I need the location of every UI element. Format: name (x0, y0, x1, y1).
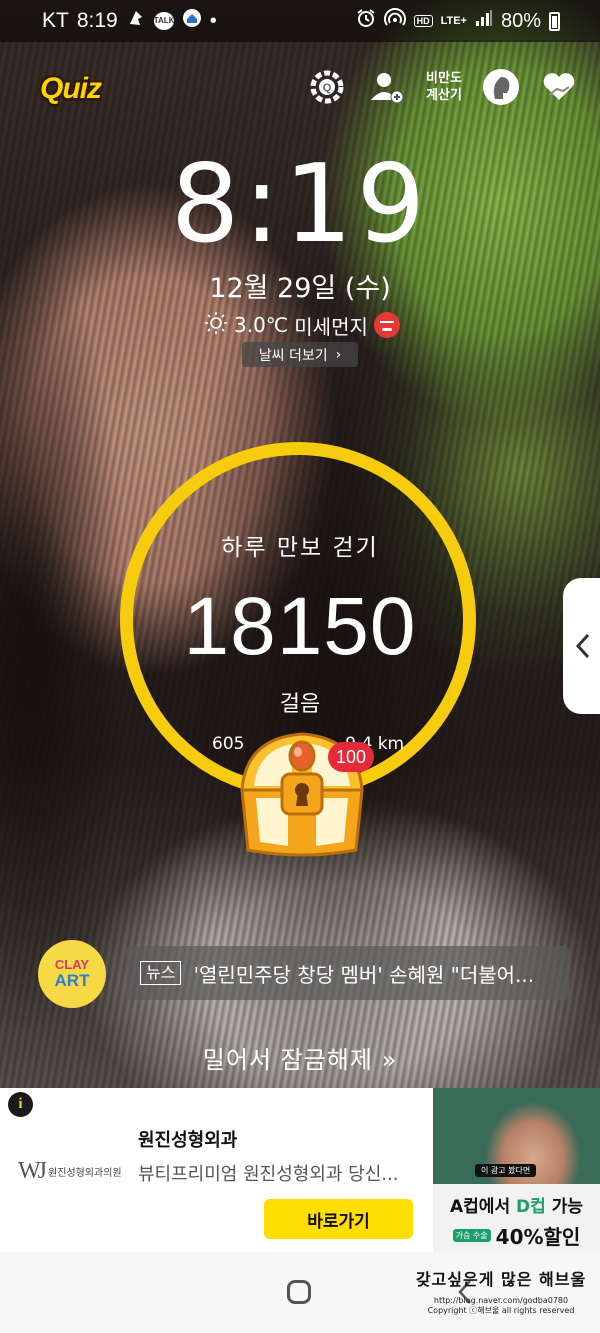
ad-headline-part1: A컵에서 (450, 1197, 517, 1217)
add-user-icon[interactable] (366, 66, 408, 108)
unlock-label: 밀어서 잠금해제 (202, 1046, 373, 1074)
news-headline: '열린민주당 창당 멤버' 손혜원 "더불어... (193, 962, 535, 987)
ad-headline-part2: 가능 (545, 1197, 583, 1217)
lockscreen-clock: 8:19 (170, 142, 430, 267)
ad-image-headline: A컵에서 D컵 가능 가슴 수술 40%할인 (433, 1184, 600, 1252)
walk-title: 하루 만보 걷기 (221, 535, 379, 561)
weather-more-button[interactable]: 날씨 더보기 › (242, 342, 358, 367)
swipe-to-unlock[interactable]: 밀어서 잠금해제 » (0, 1040, 600, 1075)
heart-hand-icon[interactable] (538, 66, 580, 108)
advertiser-logo: WJ 원진성형외과의원 (18, 1158, 122, 1185)
bmi-label-line2: 계산기 (426, 88, 462, 103)
status-time: 8:19 (76, 9, 118, 32)
notification-app-icon (126, 8, 146, 34)
sun-icon (204, 311, 228, 340)
ad-image-caption: 이 광고 봤다면 (475, 1164, 537, 1177)
chevron-left-icon (575, 633, 590, 659)
double-chevron-right-icon: » (381, 1046, 398, 1074)
news-avatar-line1: CLAY (54, 957, 90, 972)
step-unit: 걸음 (279, 692, 321, 717)
ad-chip: 가슴 수술 (452, 1229, 491, 1242)
news-ticker[interactable]: 뉴스 '열린민주당 창당 멤버' 손혜원 "더불어... (126, 946, 570, 1000)
ad-photo: 이 광고 봤다면 (433, 1088, 600, 1184)
quiz-logo[interactable]: Quiz (40, 72, 102, 106)
alarm-icon (356, 8, 376, 34)
weather-summary: 3.0℃ 미세먼지 (204, 311, 400, 339)
ad-headline-line: A컵에서 D컵 가능 (433, 1192, 600, 1217)
ad-cta-button[interactable]: 바로가기 (264, 1199, 413, 1239)
chevron-right-icon: › (335, 346, 342, 363)
lte-icon: LTE+ (440, 14, 467, 27)
ad-sale: 40%할인 (495, 1225, 581, 1249)
news-avatar-line2: ART (54, 971, 90, 990)
more-notifications-dot: • (209, 9, 217, 32)
news-avatar[interactable]: CLAY ART (38, 940, 106, 1008)
watermark-url: http://blog.naver.com/godba0780 (433, 1296, 569, 1305)
side-panel-handle[interactable] (563, 578, 600, 714)
weather-more-label: 날씨 더보기 (258, 347, 328, 364)
kakaotalk-icon: TALK (153, 12, 174, 30)
signal-icon (475, 9, 493, 33)
carrier-label: KT (42, 9, 69, 32)
ad-sale-line: 가슴 수술 40%할인 (433, 1221, 600, 1250)
lockscreen-date: 12월 29일 (수) (209, 273, 391, 304)
quiz-settings-icon[interactable]: Q (306, 66, 348, 108)
news-tag: 뉴스 (140, 961, 182, 985)
watermark-copyright: Copyright ⓒ해브울 all rights reserved (427, 1306, 575, 1315)
fine-dust-label: 미세먼지 (294, 314, 368, 339)
battery-percent: 80% (500, 9, 541, 32)
home-button-icon[interactable] (287, 1280, 311, 1304)
ad-headline-accent: D컵 (516, 1197, 546, 1217)
ad-title: 원진성형외과 (138, 1130, 238, 1151)
advertiser-logo-name: 원진성형외과의원 (48, 1168, 122, 1179)
reward-badge: 100 (328, 742, 374, 772)
hotspot-icon (383, 8, 406, 34)
bmi-label-line1: 비만도 (426, 71, 462, 86)
status-left: KT 8:19 TALK • (42, 0, 217, 42)
hd-voice-icon: HD (413, 15, 433, 27)
ad-image[interactable]: 이 광고 봤다면 A컵에서 D컵 가능 가슴 수술 40%할인 (433, 1088, 600, 1252)
status-bar: KT 8:19 TALK • HD LTE+ 80% (0, 0, 600, 42)
ad-description: 뷰티프리미엄 원진성형외과 당신... (138, 1164, 399, 1185)
svg-text:Q: Q (323, 82, 332, 94)
bmi-calculator-button[interactable]: 비만도 계산기 (422, 70, 466, 104)
battery-icon (549, 11, 560, 31)
step-count: 18150 (183, 581, 417, 672)
advertiser-logo-mark: WJ (18, 1158, 47, 1184)
profile-head-icon[interactable] (480, 66, 522, 108)
blog-watermark: 갖고싶은게 많은 해브울 http://blog.naver.com/godba… (412, 1266, 590, 1316)
status-right: HD LTE+ 80% (356, 0, 560, 42)
ad-info-icon[interactable]: i (8, 1092, 33, 1117)
temperature: 3.0℃ (234, 313, 289, 337)
home-notification-icon (182, 8, 202, 34)
dust-level-angry-icon (373, 312, 400, 338)
watermark-title: 갖고싶은게 많은 해브울 (415, 1270, 587, 1289)
